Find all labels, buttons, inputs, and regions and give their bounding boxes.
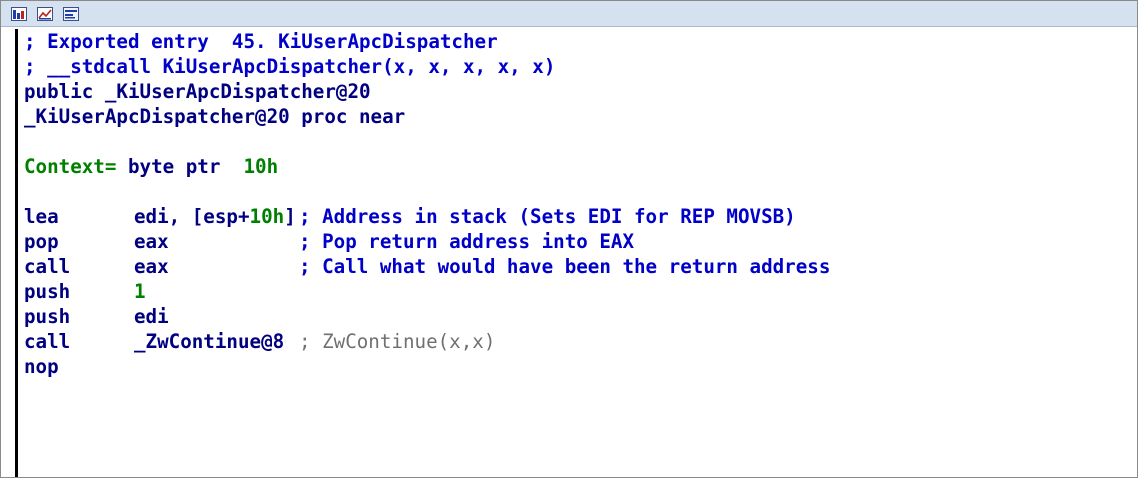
instruction-line[interactable]: call eax ; Call what would have been the r… [24,254,1131,279]
operand: edi, [esp+10h] [134,205,296,228]
disassembly-listing: ; Exported entry 45. KiUserApcDispatcher… [15,29,1131,477]
flow-chart-icon[interactable] [37,6,53,21]
instruction-line[interactable]: lea edi, [esp+10h]; Address in stack (Set… [24,204,1131,229]
instruction-comment: ; Address in stack (Sets EDI for REP MOV… [299,205,796,228]
instruction-line[interactable]: push 1 [24,279,1131,304]
instruction-line[interactable]: nop [24,354,1131,379]
instruction-comment: ; ZwContinue(x,x) [299,330,496,353]
mnemonic: lea [24,205,59,228]
operand: edi [134,305,169,328]
mnemonic: push [24,305,71,328]
mnemonic: pop [24,230,59,253]
mnemonic: nop [24,355,59,378]
mnemonic: push [24,280,71,303]
export-comment-line: ; Exported entry 45. KiUserApcDispatcher [24,30,498,53]
instruction-comment: ; Call what would have been the return a… [299,255,831,278]
operand-symbol-link[interactable]: _ZwContinue@8 [134,329,299,354]
instruction-line[interactable]: push edi [24,304,1131,329]
context-var-type: byte ptr [116,155,244,178]
graph-view-icon[interactable] [11,6,27,21]
context-var-name: Context= [24,155,117,178]
mnemonic: call [24,330,71,353]
hex-view-icon[interactable] [63,6,79,21]
instruction-comment: ; Pop return address into EAX [299,230,635,253]
public-decl-line[interactable]: public _KiUserApcDispatcher@20 [24,79,1131,104]
proc-decl-line[interactable]: _KiUserApcDispatcher@20 proc near [24,104,1131,129]
context-var-offset: 10h [243,155,279,178]
signature-comment-line: ; __stdcall KiUserApcDispatcher(x, x, x,… [24,55,556,78]
operand: eax [134,230,169,253]
disassembly-window: ; Exported entry 45. KiUserApcDispatcher… [0,0,1138,478]
instruction-line[interactable]: call _ZwContinue@8; ZwContinue(x,x) [24,329,1131,354]
mnemonic: call [24,255,71,278]
instruction-line[interactable]: pop eax ; Pop return address into EAX [24,229,1131,254]
operand: 1 [134,280,146,303]
view-toolbar [1,1,1137,27]
context-var-line[interactable]: Context= byte ptr 10h [24,154,1131,179]
operand: eax [134,255,169,278]
